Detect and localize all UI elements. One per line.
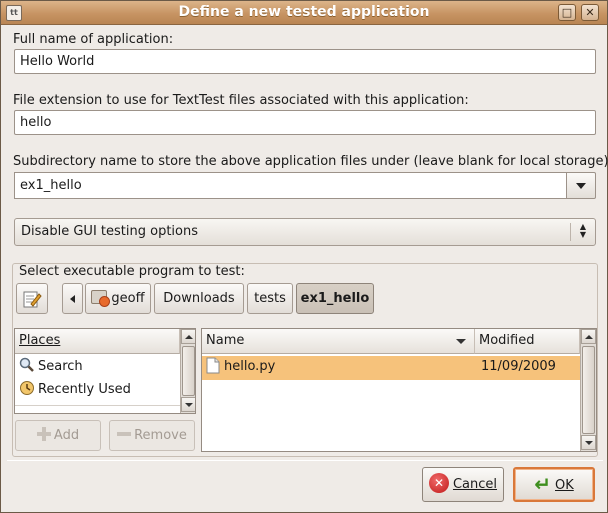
minus-icon [117,432,132,436]
full-name-label: Full name of application: [13,32,174,47]
places-scroll-up[interactable] [181,329,195,344]
subdir-dropdown-button[interactable] [566,172,596,199]
python-file-icon [206,357,220,373]
arrow-down-icon [184,403,193,407]
gui-options-value: Disable GUI testing options [21,224,198,239]
places-item-recently-used[interactable]: Recently Used [15,379,180,401]
path-button-tests[interactable]: tests [247,283,293,314]
home-folder-icon [91,290,111,307]
arrow-up-icon [584,335,593,339]
places-scrollbar[interactable] [180,329,195,413]
window-title: Define a new tested application [178,4,430,20]
files-scroll-up[interactable] [581,329,596,344]
ok-arrow-icon: ↵ [534,472,551,496]
remove-bookmark-button[interactable]: Remove [109,420,195,451]
file-row-hello-py[interactable]: hello.py 11/09/2009 [202,356,580,380]
maximize-button[interactable]: □ [558,4,576,21]
file-modified: 11/09/2009 [481,359,556,374]
file-list-scrollbar[interactable] [580,329,596,451]
path-button-downloads[interactable]: Downloads [154,283,244,314]
sort-arrow-icon [456,339,466,344]
places-header[interactable]: Places [15,329,180,354]
places-scroll-down[interactable] [181,397,195,412]
arrow-up-icon [184,335,193,339]
cancel-icon: ✕ [428,473,449,493]
extension-input[interactable]: hello [14,110,596,135]
path-button-ex1-hello[interactable]: ex1_hello [296,283,374,314]
plus-icon [36,427,51,441]
button-divider [7,460,603,461]
chevron-left-icon [70,295,75,303]
close-button[interactable]: ✕ [581,4,599,21]
places-pane: Places Search Recently Used [14,328,196,414]
arrow-down-icon [584,441,593,445]
path-back-button[interactable] [62,283,83,314]
column-header-name[interactable]: Name [202,329,475,354]
places-scroll-thumb[interactable] [182,346,195,396]
title-bar[interactable]: tt Define a new tested application □ ✕ [1,1,607,25]
file-list-pane: Name Modified hello.py 11/09/2009 [201,328,597,452]
type-filename-button[interactable] [16,283,48,314]
column-header-modified[interactable]: Modified [475,329,580,354]
search-icon [19,357,34,372]
recently-used-icon [20,381,34,395]
cancel-button[interactable]: ✕ Cancel [422,467,504,502]
subdir-label: Subdirectory name to store the above app… [13,154,608,169]
full-name-input[interactable]: Hello World [14,49,596,74]
subdir-input[interactable]: ex1_hello [14,172,566,199]
chevron-down-icon [576,183,586,189]
files-scroll-thumb[interactable] [582,346,595,434]
extension-label: File extension to use for TextTest files… [13,93,469,108]
files-scroll-down[interactable] [581,435,596,450]
chooser-frame-label: Select executable program to test: [17,264,247,279]
places-separator [15,405,180,413]
ok-button[interactable]: ↵ OK [513,467,595,502]
places-item-search[interactable]: Search [15,356,180,378]
add-bookmark-button[interactable]: Add [15,420,101,451]
path-button-geoff[interactable]: geoff [85,283,151,314]
gui-options-select[interactable]: Disable GUI testing options ▲ ▼ [14,218,596,246]
dialog-window: tt Define a new tested application □ ✕ F… [0,0,608,513]
file-name: hello.py [224,359,276,374]
up-down-arrows-icon: ▲ ▼ [579,222,587,239]
edit-pencil-icon [23,291,42,308]
select-separator [570,223,571,241]
